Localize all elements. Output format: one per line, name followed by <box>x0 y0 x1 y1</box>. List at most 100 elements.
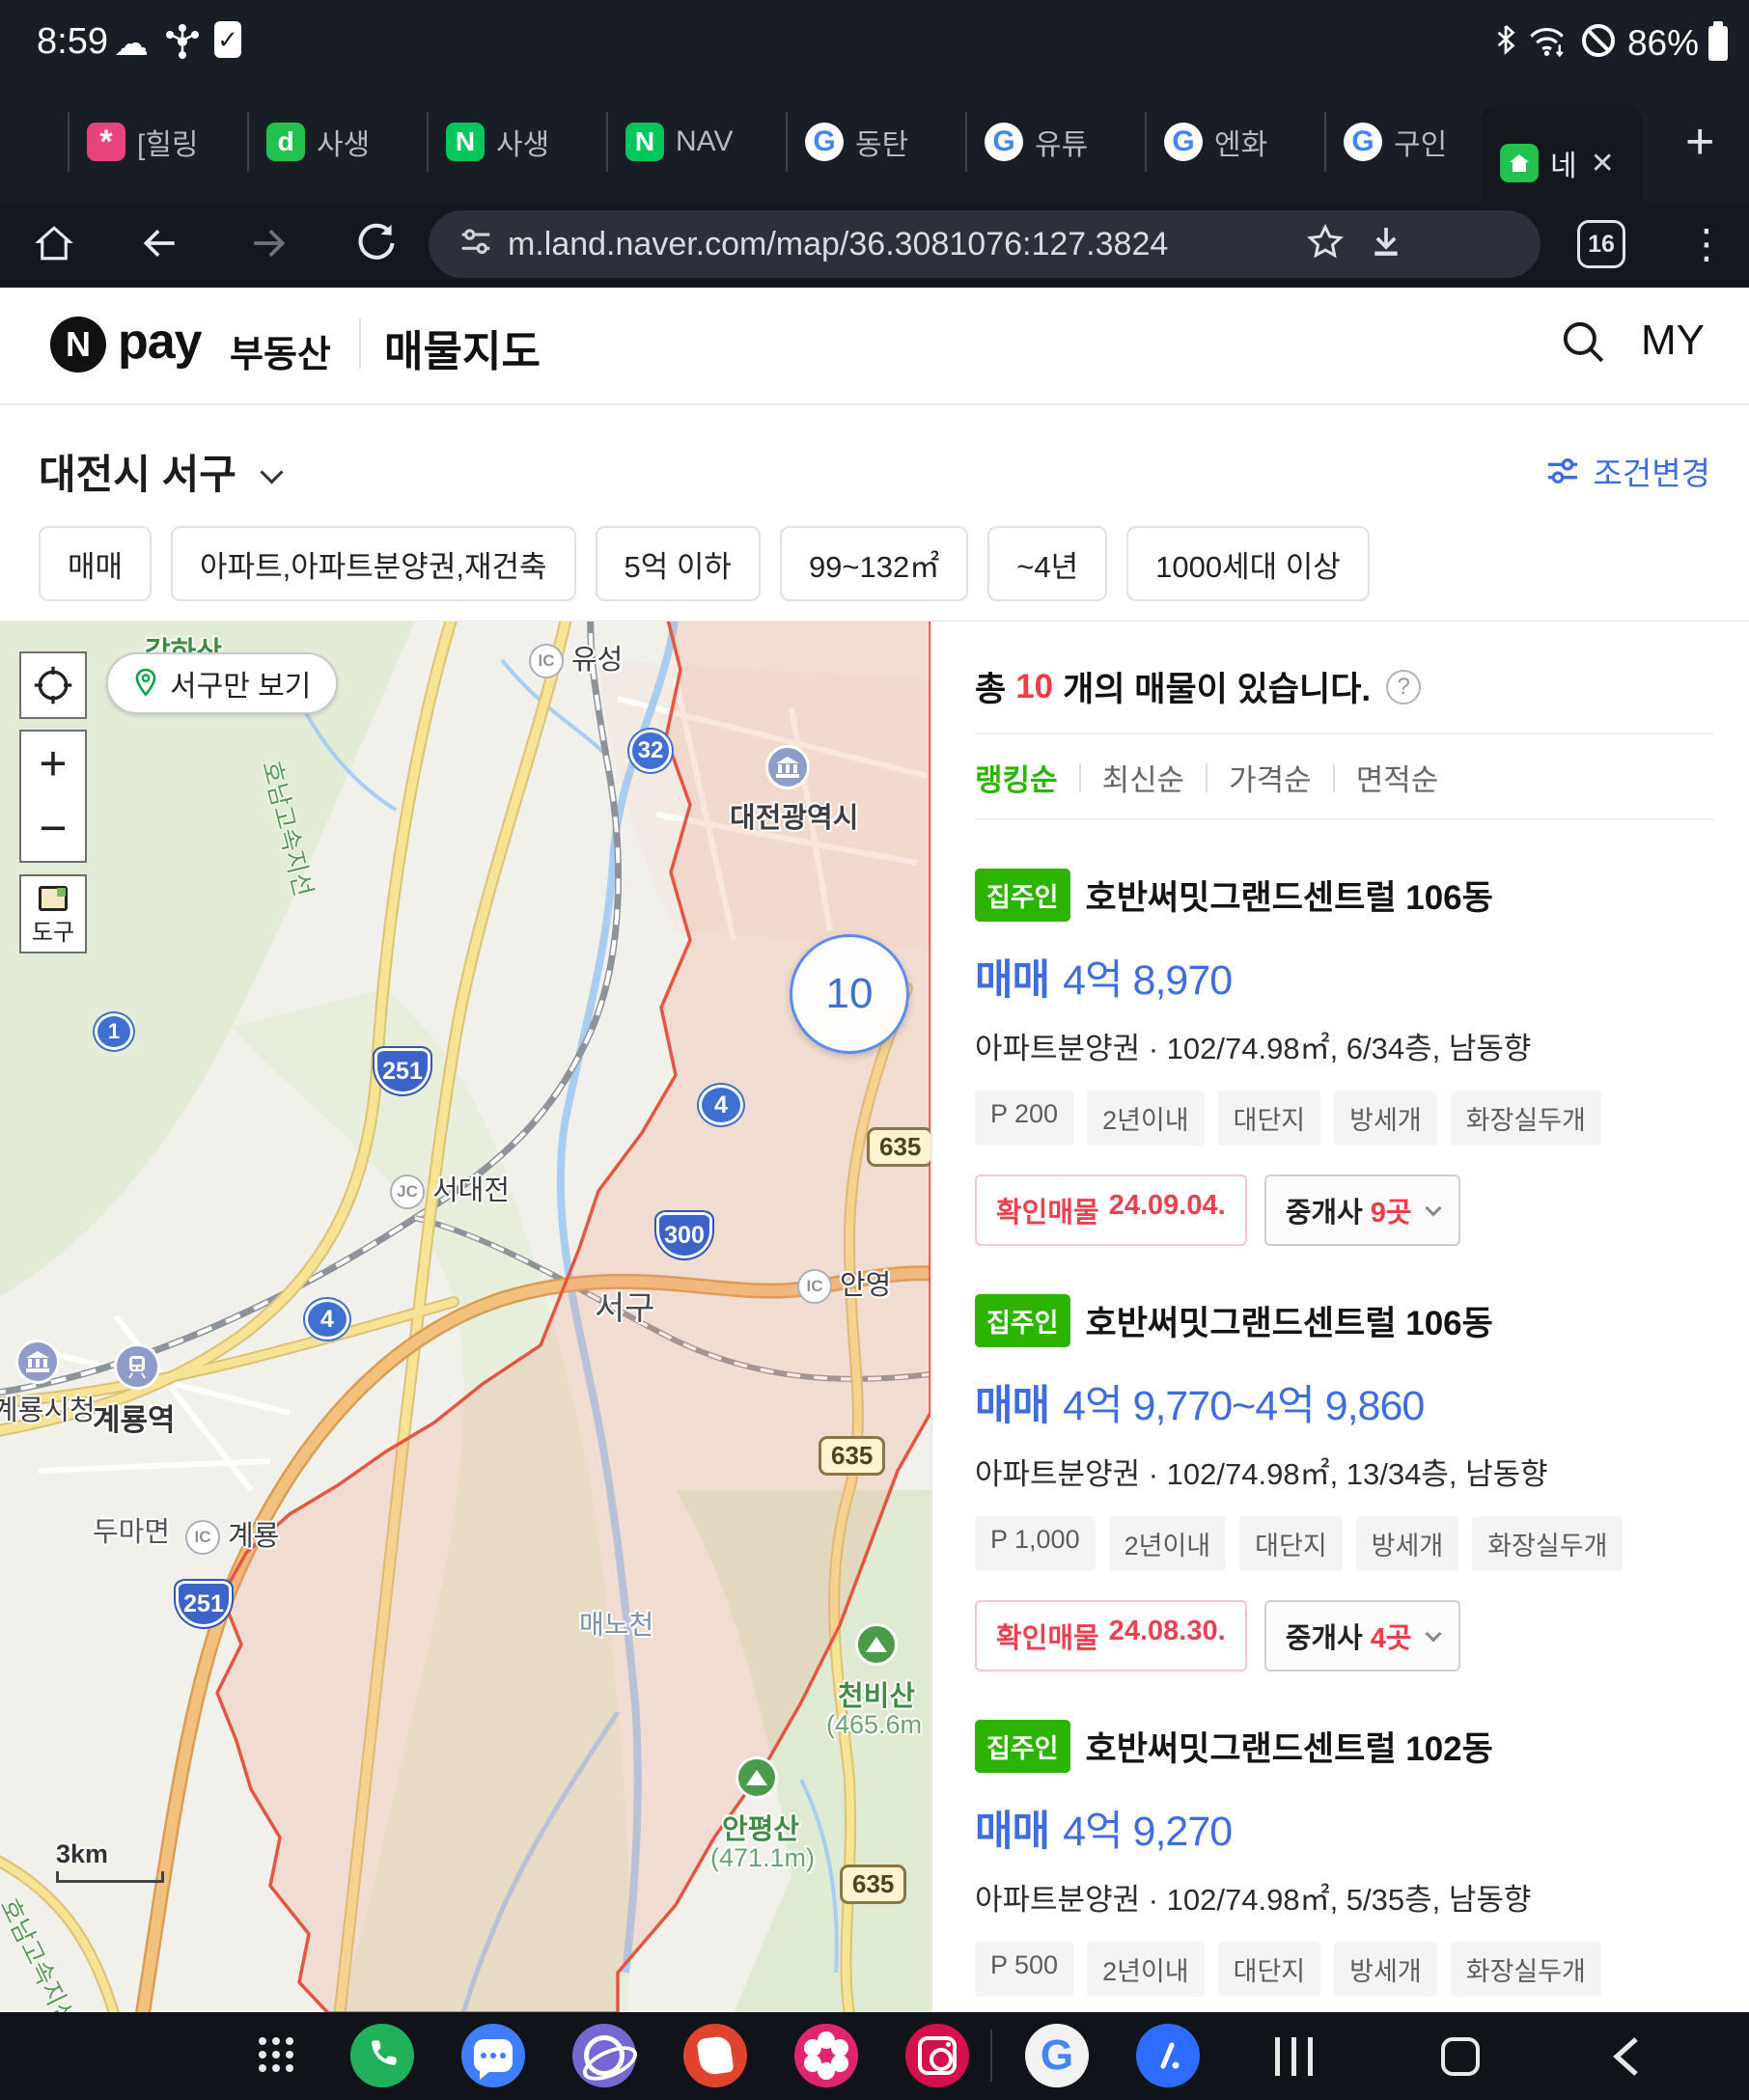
sort-ranking[interactable]: 랭킹순 <box>975 756 1058 799</box>
city-label: 대전광역시 <box>730 795 858 836</box>
naver-pay-logo-icon[interactable]: N <box>50 317 106 373</box>
back-button[interactable] <box>1583 2012 1670 2100</box>
tag: 대단지 <box>1218 1091 1321 1146</box>
tag: 2년이내 <box>1109 1516 1227 1571</box>
google-app-icon[interactable]: G <box>1025 2024 1089 2087</box>
tab-favicon: G <box>805 123 844 161</box>
current-location-button[interactable] <box>19 651 87 719</box>
stream-label: 매노천 <box>579 1604 653 1643</box>
map-scale-bar <box>56 1871 164 1883</box>
page-title: 매물지도 <box>384 317 541 378</box>
wifi-icon <box>1527 21 1569 65</box>
back-icon[interactable] <box>135 218 185 268</box>
checkbox-status-icon: ✓ <box>214 21 241 58</box>
red-app-icon[interactable] <box>683 2024 747 2087</box>
interruption-blocked-icon <box>1579 21 1618 65</box>
browser-tab[interactable]: G 엔화 <box>1147 103 1324 180</box>
region-row: 대전시 서구 조건변경 <box>0 405 1749 526</box>
listing-spec: 아파트분양권 · 102/74.98㎡, 13/34층, 남동향 <box>975 1450 1714 1493</box>
tab-switcher-button[interactable]: 16 <box>1577 220 1625 268</box>
chevron-down-icon <box>260 460 283 484</box>
browser-tab[interactable]: G 구인 <box>1326 103 1481 180</box>
change-conditions-button[interactable]: 조건변경 <box>1543 448 1710 494</box>
browser-app-icon[interactable] <box>572 2024 636 2087</box>
naver-pay-logo-text[interactable]: pay <box>118 313 202 371</box>
filter-chip-households[interactable]: 1000세대 이상 <box>1126 526 1370 601</box>
map-canvas[interactable]: 갑하산 (468.7m) IC유성 호남고속지선 32 대전광역시 1 251 … <box>0 622 930 2013</box>
messages-app-icon[interactable] <box>461 2024 525 2087</box>
phone-app-icon[interactable] <box>350 2024 414 2087</box>
view-district-only-button[interactable]: 서구만 보기 <box>106 652 338 714</box>
listing-cluster-marker[interactable]: 10 <box>790 934 909 1054</box>
agent-count-dropdown[interactable]: 중개사 9곳 <box>1264 1174 1460 1246</box>
browser-tab[interactable]: G 유튜 <box>967 103 1145 180</box>
dock-divider <box>990 2030 992 2082</box>
new-tab-button[interactable]: + <box>1685 113 1714 171</box>
forward-icon[interactable] <box>243 218 293 268</box>
battery-percent: 86% <box>1627 23 1699 64</box>
realestate-section-label[interactable]: 부동산 <box>230 324 331 377</box>
download-icon[interactable] <box>1367 223 1405 266</box>
site-settings-icon[interactable] <box>458 224 494 265</box>
tab-title: NAV <box>676 125 733 158</box>
browser-tab[interactable]: * [힐링 <box>69 103 247 180</box>
app-drawer-icon[interactable] <box>259 2037 293 2072</box>
route-badge: 1 <box>95 1013 133 1050</box>
reload-icon[interactable] <box>351 218 402 268</box>
filter-chip-age[interactable]: ~4년 <box>987 526 1107 601</box>
mountain-elevation: (465.6m <box>826 1710 922 1740</box>
listing-title[interactable]: 호반써밋그랜드센트럴 106동 <box>1086 870 1493 920</box>
listing-title[interactable]: 호반써밋그랜드센트럴 106동 <box>1086 1296 1493 1345</box>
listing-title[interactable]: 호반써밋그랜드센트럴 102동 <box>1086 1722 1493 1771</box>
home-button[interactable] <box>1417 2012 1504 2100</box>
browser-tab[interactable]: N 사생 <box>429 103 606 180</box>
pin-icon <box>133 668 158 699</box>
camera-app-icon[interactable] <box>905 2024 969 2087</box>
listing-tags: P 200 2년이내 대단지 방세개 화장실두개 <box>975 1091 1714 1146</box>
sort-row: 랭킹순 최신순 가격순 면적순 <box>975 734 1714 818</box>
change-conditions-label: 조건변경 <box>1594 448 1710 494</box>
listing-card[interactable]: 집주인 호반써밋그랜드센트럴 102동 매매4억 9,270 아파트분양권 · … <box>975 1720 1714 2013</box>
browser-tab[interactable]: d 사생 <box>249 103 427 180</box>
home-icon[interactable] <box>29 218 79 268</box>
filter-chip-trade[interactable]: 매매 <box>39 526 152 601</box>
map-tools-button[interactable]: 도구 <box>19 874 87 953</box>
bookmark-star-icon[interactable] <box>1305 222 1346 267</box>
help-icon[interactable]: ? <box>1386 670 1421 705</box>
browser-tab[interactable]: G 동탄 <box>788 103 965 180</box>
agent-count-dropdown[interactable]: 중개사 4곳 <box>1264 1600 1460 1672</box>
filter-chip-price[interactable]: 5억 이하 <box>596 526 761 601</box>
header-divider <box>359 318 361 369</box>
tab-favicon: N <box>446 123 485 161</box>
region-selector[interactable]: 대전시 서구 <box>39 442 280 501</box>
naver-land-header: N pay 부동산 매물지도 MY <box>0 288 1749 405</box>
flower-app-icon[interactable] <box>794 2024 858 2087</box>
browser-tab[interactable]: N NAV <box>608 103 786 180</box>
my-menu-button[interactable]: MY <box>1641 317 1705 365</box>
listing-card[interactable]: 집주인 호반써밋그랜드센트럴 106동 매매4억 9,770~4억 9,860 … <box>975 1294 1714 1672</box>
sort-price[interactable]: 가격순 <box>1229 756 1312 799</box>
interchange-label: IC유성 <box>529 637 623 678</box>
listing-card[interactable]: 집주인 호반써밋그랜드센트럴 106동 매매4억 8,970 아파트분양권 · … <box>975 869 1714 1246</box>
owner-badge: 집주인 <box>975 1720 1070 1773</box>
listing-tags: P 1,000 2년이내 대단지 방세개 화장실두개 <box>975 1516 1714 1571</box>
close-tab-icon[interactable]: ✕ <box>1591 147 1615 180</box>
tab-favicon: * <box>87 123 125 161</box>
url-text[interactable]: m.land.naver.com/map/36.3081076:127.3824 <box>508 226 1299 263</box>
zoom-in-button[interactable]: + <box>19 730 87 797</box>
filter-chip-type[interactable]: 아파트,아파트분양권,재건축 <box>171 526 575 601</box>
recents-button[interactable] <box>1250 2012 1337 2100</box>
zoom-out-button[interactable]: − <box>19 795 87 863</box>
filter-chip-area[interactable]: 99~132㎡ <box>780 526 968 601</box>
total-count-row: 총 10 개의 매물이 있습니다. ? <box>975 662 1714 711</box>
cityhall-label: 계룡시청 <box>0 1388 96 1428</box>
divider <box>975 818 1714 820</box>
sort-area[interactable]: 면적순 <box>1356 756 1439 799</box>
browser-menu-icon[interactable]: ⋮ <box>1681 218 1732 268</box>
naver-blue-app-icon[interactable] <box>1136 2024 1200 2087</box>
url-bar[interactable]: m.land.naver.com/map/36.3081076:127.3824 <box>429 210 1541 278</box>
sort-newest[interactable]: 최신순 <box>1102 756 1185 799</box>
mountain-label: 천비산 <box>838 1673 915 1714</box>
search-icon[interactable] <box>1556 315 1610 369</box>
junction-label: JC서대전 <box>390 1168 510 1209</box>
